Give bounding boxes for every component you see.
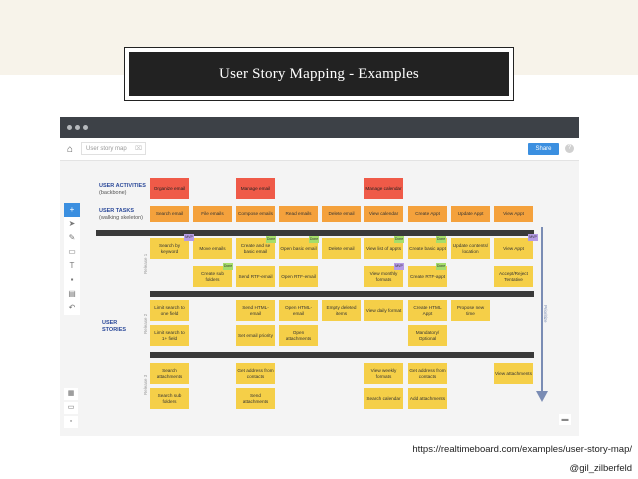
story-card[interactable]: Set email priority: [236, 325, 275, 346]
story-card[interactable]: View attachments: [494, 363, 533, 384]
chat-icon[interactable]: ▬: [559, 414, 571, 425]
release-label: Release 2: [143, 313, 148, 334]
story-card[interactable]: Accept/Reject Tentative: [494, 266, 533, 287]
plus-icon[interactable]: +: [64, 203, 80, 217]
stories-label: USER STORIES: [102, 320, 126, 333]
done-tag[interactable]: Done: [436, 263, 446, 270]
window-titlebar: [60, 117, 579, 138]
author-handle: @gil_zilberfeld: [569, 463, 632, 474]
window-dot-icon[interactable]: [83, 125, 88, 130]
task-card[interactable]: Search email: [150, 206, 189, 222]
activities-sub: (backbone): [99, 189, 127, 196]
story-card[interactable]: Delete email: [322, 238, 361, 259]
story-card[interactable]: Move emails: [193, 238, 232, 259]
undo-icon[interactable]: ↶: [64, 301, 80, 315]
cursor-icon[interactable]: ➤: [64, 217, 80, 231]
story-card[interactable]: Send HTML-email: [236, 300, 275, 321]
story-card[interactable]: View daily format: [364, 300, 403, 321]
task-card[interactable]: Read emails: [279, 206, 318, 222]
story-card[interactable]: Open attachments: [279, 325, 318, 346]
story-card[interactable]: Get address from contacts: [408, 363, 447, 384]
story-card[interactable]: Limit search to one field: [150, 300, 189, 321]
board-name: User story map: [86, 146, 127, 152]
story-card[interactable]: Open HTML-email: [279, 300, 318, 321]
story-card[interactable]: View weekly formats: [364, 363, 403, 384]
home-icon[interactable]: ⌂: [67, 144, 73, 155]
task-card[interactable]: Update Appt: [451, 206, 490, 222]
story-card[interactable]: Empty deleted items: [322, 300, 361, 321]
app-window: ⌂ User story map ⌧ Share ? + ➤ ✎ ▭ T ▪ ▤…: [60, 117, 579, 436]
story-card[interactable]: Search sub folders: [150, 388, 189, 409]
done-tag[interactable]: Done: [394, 236, 404, 243]
tasks-label: USER TASKS (walking skeleton): [99, 208, 143, 221]
minimap-icon[interactable]: ▭: [64, 402, 78, 414]
grid-icon[interactable]: ▦: [64, 388, 78, 400]
lock-icon[interactable]: ⌧: [135, 143, 142, 156]
prioritize-label: Prioritize: [543, 305, 548, 323]
activity-card[interactable]: Manage calendar: [364, 178, 403, 199]
story-card[interactable]: Update contents/ location: [451, 238, 490, 259]
task-card[interactable]: Compose emails: [236, 206, 275, 222]
frame-icon[interactable]: ▤: [64, 287, 80, 301]
task-card[interactable]: File emails: [193, 206, 232, 222]
zoom-icon[interactable]: ▫: [64, 416, 78, 428]
story-card[interactable]: Limit search to 1+ field: [150, 325, 189, 346]
story-card[interactable]: Create HTML Appt: [408, 300, 447, 321]
release-bar: [150, 352, 534, 358]
story-card[interactable]: Propose new time: [451, 300, 490, 321]
story-card[interactable]: Search attachments: [150, 363, 189, 384]
mvp-tag[interactable]: MVP: [184, 234, 194, 241]
activities-title: USER ACTIVITIES: [99, 183, 146, 189]
mvp-tag[interactable]: MVP: [394, 263, 404, 270]
story-card[interactable]: Search by keyword: [150, 238, 189, 259]
mvp-tag[interactable]: MVP: [528, 234, 538, 241]
tasks-sub: (walking skeleton): [99, 214, 144, 221]
done-tag[interactable]: Done: [309, 236, 319, 243]
story-card[interactable]: Send RTF-email: [236, 266, 275, 287]
activity-card[interactable]: Manage email: [236, 178, 275, 199]
release-label: Release 1: [143, 253, 148, 274]
story-card[interactable]: Open RTF-email: [279, 266, 318, 287]
source-url[interactable]: https://realtimeboard.com/examples/user-…: [412, 444, 632, 455]
story-card[interactable]: Mandatory/ Optional: [408, 325, 447, 346]
slide-title-box: User Story Mapping - Examples: [124, 47, 514, 101]
story-card[interactable]: Search calendar: [364, 388, 403, 409]
text-icon[interactable]: T: [64, 259, 80, 273]
board-name-field[interactable]: User story map ⌧: [81, 142, 146, 155]
story-card[interactable]: Send attachments: [236, 388, 275, 409]
pen-icon[interactable]: ✎: [64, 231, 80, 245]
sticky-note-icon[interactable]: ▪: [64, 273, 80, 287]
story-card[interactable]: Add attachments: [408, 388, 447, 409]
app-topbar: ⌂ User story map ⌧ Share ?: [60, 138, 579, 161]
window-dot-icon[interactable]: [67, 125, 72, 130]
slide-title: User Story Mapping - Examples: [129, 52, 509, 96]
left-toolbar: + ➤ ✎ ▭ T ▪ ▤ ↶: [64, 203, 80, 315]
story-card[interactable]: View Appt: [494, 238, 533, 259]
task-card[interactable]: Create Appt: [408, 206, 447, 222]
task-card[interactable]: View Appt: [494, 206, 533, 222]
done-tag[interactable]: Done: [436, 236, 446, 243]
task-card[interactable]: Delete email: [322, 206, 361, 222]
story-card[interactable]: Get address from contacts: [236, 363, 275, 384]
activity-card[interactable]: Organize email: [150, 178, 189, 199]
task-card[interactable]: View calendar: [364, 206, 403, 222]
shape-icon[interactable]: ▭: [64, 245, 80, 259]
done-tag[interactable]: Done: [266, 236, 276, 243]
activities-label: USER ACTIVITIES (backbone): [99, 183, 146, 196]
help-icon[interactable]: ?: [565, 144, 574, 153]
share-button[interactable]: Share: [528, 143, 559, 155]
release-label: Release 3: [143, 374, 148, 395]
window-dot-icon[interactable]: [75, 125, 80, 130]
release-bar: [150, 291, 534, 297]
stories-title2: STORIES: [102, 326, 127, 333]
done-tag[interactable]: Done: [223, 263, 233, 270]
prioritize-arrow-icon: [536, 391, 548, 402]
